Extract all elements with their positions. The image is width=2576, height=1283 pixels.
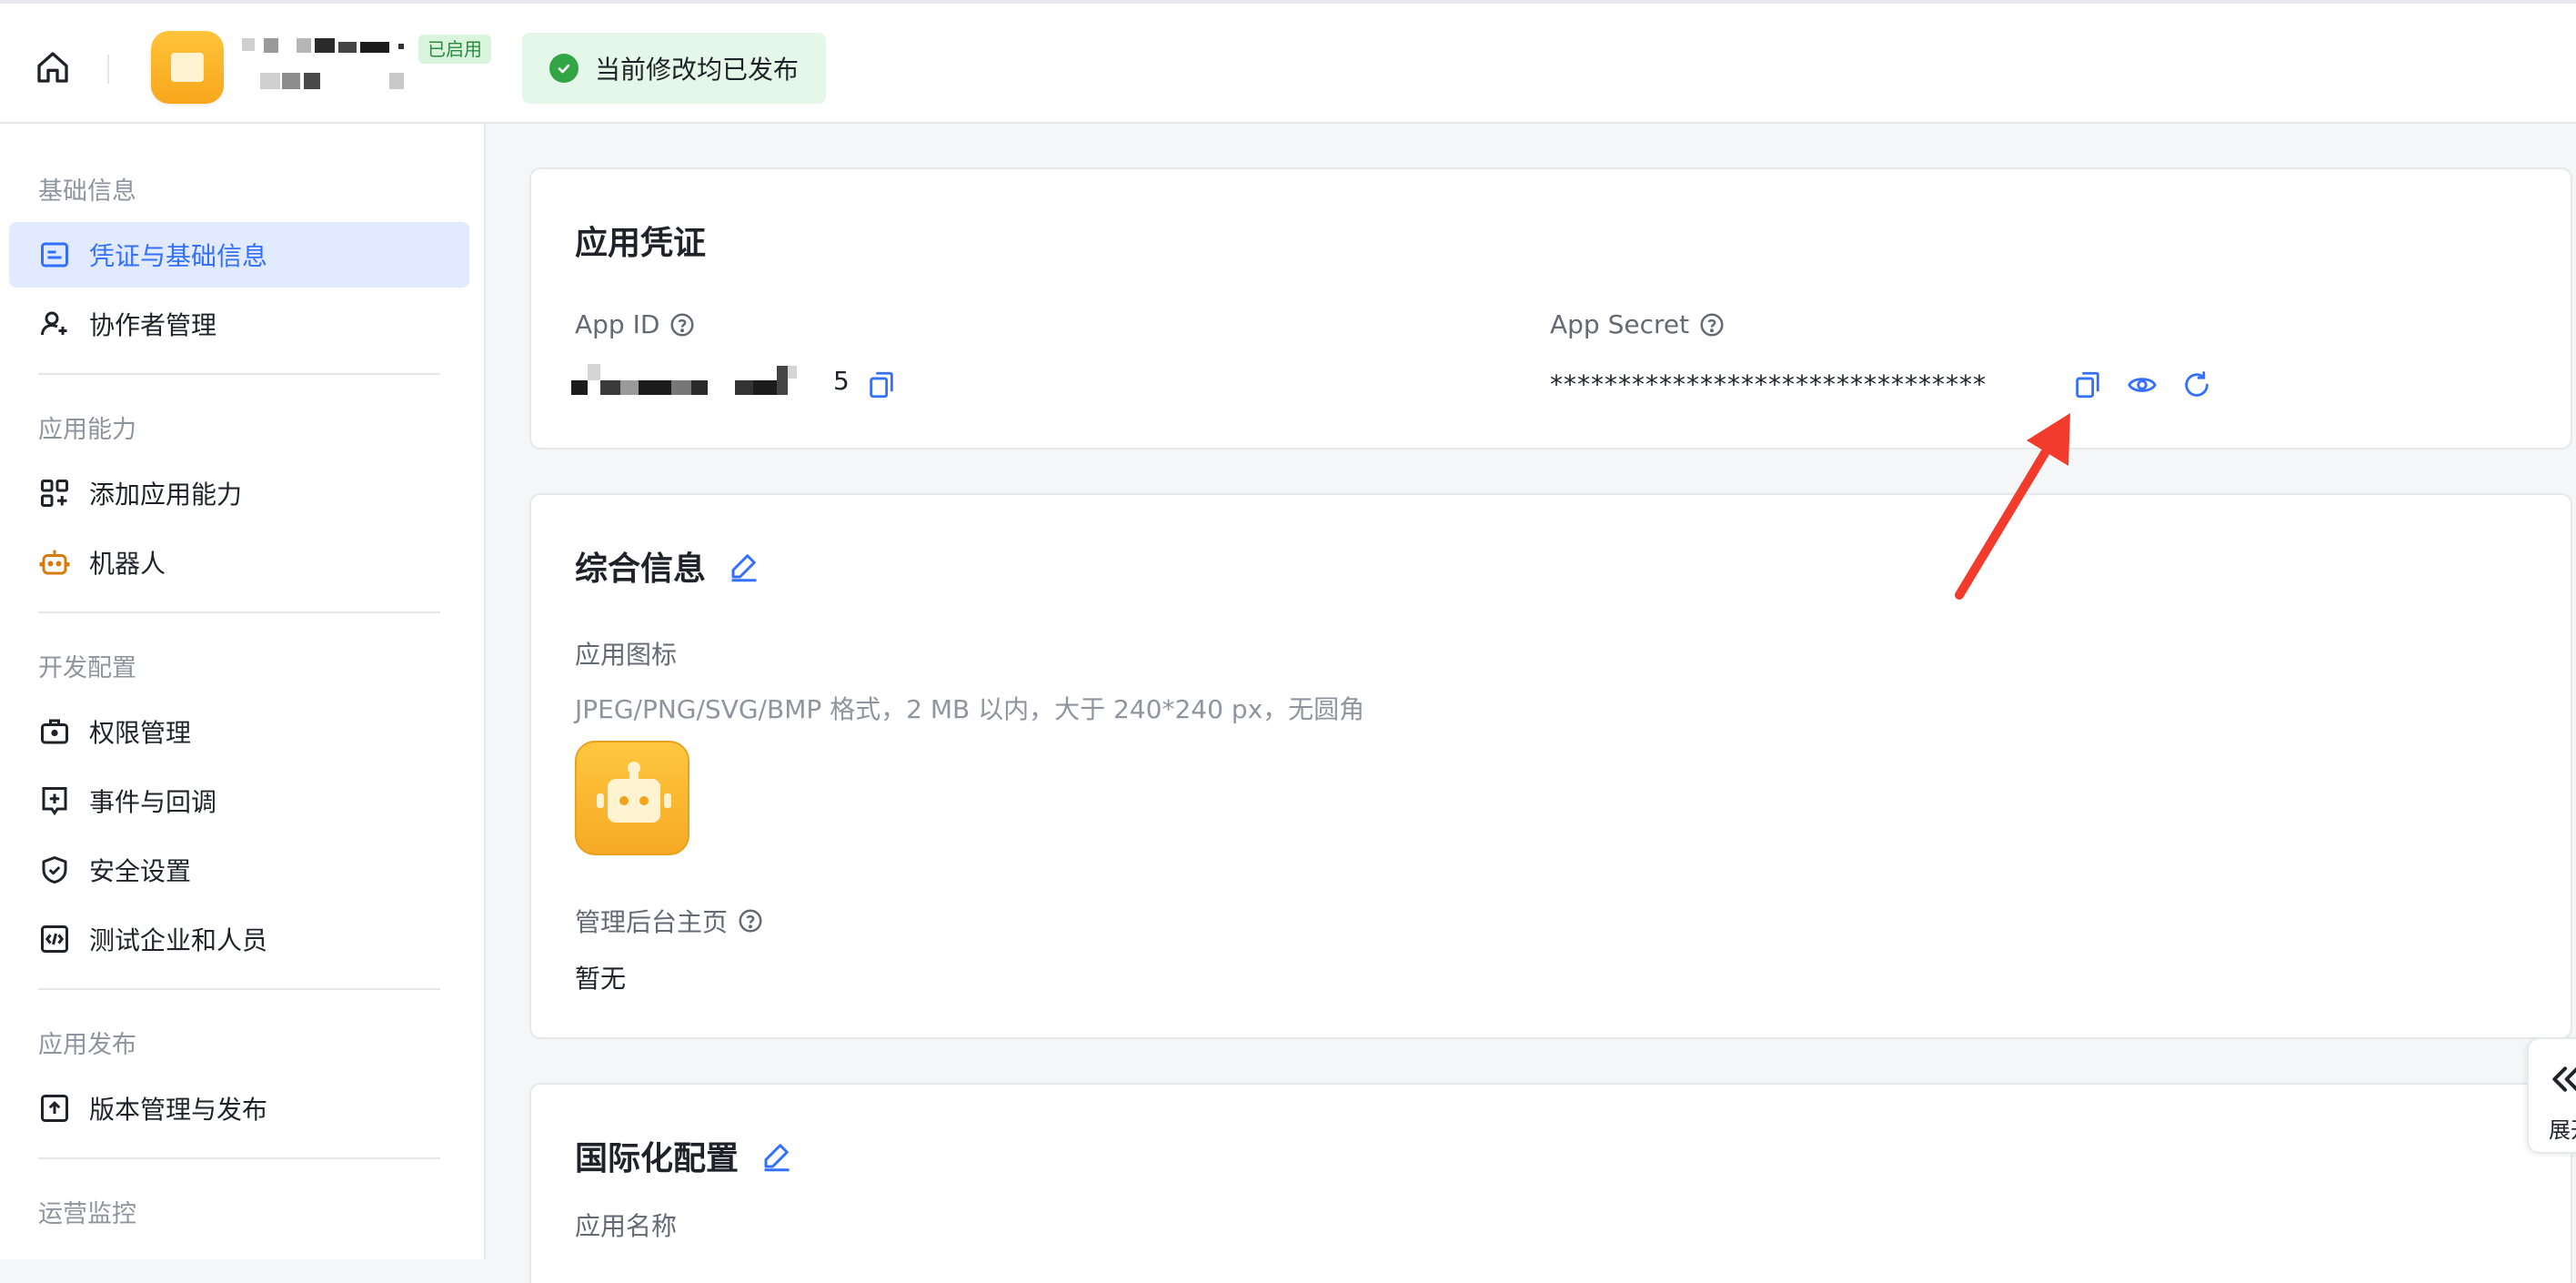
credentials-title: 应用凭证 [575, 225, 707, 262]
i18n-card: 国际化配置 应用名称 [529, 1083, 2572, 1283]
event-icon [42, 787, 67, 816]
sidebar-item-events[interactable]: 事件与回调 [9, 768, 469, 833]
sidebar-item-label: 事件与回调 [89, 787, 217, 817]
edit-icon[interactable] [760, 1139, 793, 1172]
app-logo[interactable] [151, 31, 224, 104]
expand-panel-tab[interactable]: 展开 [2527, 1037, 2576, 1154]
sidebar-item-add-capability[interactable]: 添加应用能力 [9, 460, 469, 526]
sidebar-group-title: 应用发布 [38, 1031, 136, 1059]
publish-status-tip: 当前修改均已发布 [522, 33, 827, 104]
sidebar-group-title: 运营监控 [38, 1200, 136, 1228]
sidebar-item-label: 协作者管理 [89, 310, 217, 340]
sidebar-divider [38, 611, 440, 613]
sidebar-item-label: 版本管理与发布 [89, 1095, 268, 1125]
briefcase-icon [41, 719, 68, 744]
i18n-title: 国际化配置 [575, 1132, 793, 1179]
general-info-title: 综合信息 [575, 542, 760, 590]
check-circle-icon [549, 54, 579, 83]
help-icon[interactable] [669, 311, 696, 338]
app-icon-label: 应用图标 [575, 640, 678, 670]
sidebar-item-collaborators[interactable]: 协作者管理 [9, 291, 469, 357]
expand-tab-label: 展开 [2549, 1117, 2576, 1143]
sidebar-item-label: 机器人 [89, 549, 166, 579]
app-icon-preview[interactable] [575, 741, 689, 855]
admin-home-value: 暂无 [575, 964, 627, 994]
user-add-icon [41, 311, 67, 336]
sidebar-item-label: 权限管理 [89, 718, 192, 748]
annotation-arrow-icon [1955, 413, 2070, 600]
code-icon [41, 925, 68, 953]
sidebar-divider [38, 988, 440, 990]
sidebar-item-security[interactable]: 安全设置 [9, 837, 469, 903]
admin-home-label-text: 管理后台主页 [575, 907, 729, 937]
robot-icon [597, 762, 671, 823]
sidebar: 基础信息 凭证与基础信息 协作者管理 应用能力 添加应用能力 机器人 开发配置 … [0, 124, 486, 1259]
sidebar-item-credentials[interactable]: 凭证与基础信息 [9, 222, 469, 288]
edit-icon[interactable] [728, 550, 760, 582]
sidebar-item-permissions[interactable]: 权限管理 [9, 699, 469, 764]
admin-home-label: 管理后台主页 [575, 903, 764, 939]
double-chevron-left-icon [2552, 1066, 2576, 1092]
top-bar: 已启用 当前修改均已发布 [0, 0, 2576, 124]
sidebar-group-title: 基础信息 [38, 177, 136, 206]
sidebar-item-versions[interactable]: 版本管理与发布 [9, 1076, 469, 1141]
upload-icon [41, 1095, 68, 1122]
help-icon[interactable] [1698, 311, 1726, 338]
sidebar-divider [38, 1157, 440, 1159]
robot-icon [39, 550, 70, 575]
app-icon-hint: JPEG/PNG/SVG/BMP 格式，2 MB 以内，大于 240*240 p… [575, 694, 1365, 724]
app-secret-label-text: App Secret [1550, 309, 1690, 339]
sidebar-divider [38, 373, 440, 375]
copy-icon[interactable] [2072, 369, 2103, 400]
apps-add-icon [41, 480, 68, 507]
publish-status-text: 当前修改均已发布 [595, 55, 800, 85]
app-id-label-text: App ID [575, 309, 660, 339]
id-card-icon [41, 242, 68, 268]
app-status-badge: 已启用 [418, 35, 491, 64]
refresh-icon[interactable] [2181, 369, 2212, 400]
copy-icon[interactable] [866, 369, 897, 400]
sidebar-item-label: 凭证与基础信息 [89, 241, 268, 271]
credentials-card: 应用凭证 App ID 5 App Secret ***************… [529, 167, 2572, 450]
help-icon[interactable] [737, 907, 764, 934]
home-icon[interactable] [35, 49, 71, 86]
general-info-title-text: 综合信息 [575, 551, 707, 588]
sidebar-item-test-tenants[interactable]: 测试企业和人员 [9, 906, 469, 972]
app-id-label: App ID [575, 309, 696, 339]
divider [107, 55, 109, 84]
app-secret-value: ******************************** [1550, 369, 1987, 399]
sidebar-item-label: 安全设置 [89, 856, 192, 886]
sidebar-item-label: 测试企业和人员 [89, 925, 268, 955]
shield-icon [42, 856, 67, 884]
app-name-label: 应用名称 [575, 1211, 678, 1241]
app-id-suffix: 5 [833, 366, 850, 396]
sidebar-group-title: 应用能力 [38, 416, 136, 444]
general-info-card: 综合信息 应用图标 JPEG/PNG/SVG/BMP 格式，2 MB 以内，大于… [529, 493, 2572, 1039]
i18n-title-text: 国际化配置 [575, 1140, 740, 1177]
app-secret-label: App Secret [1550, 309, 1726, 339]
sidebar-item-bot[interactable]: 机器人 [9, 530, 469, 595]
eye-icon[interactable] [2127, 369, 2158, 400]
sidebar-group-title: 开发配置 [38, 654, 136, 682]
sidebar-item-label: 添加应用能力 [89, 480, 243, 510]
